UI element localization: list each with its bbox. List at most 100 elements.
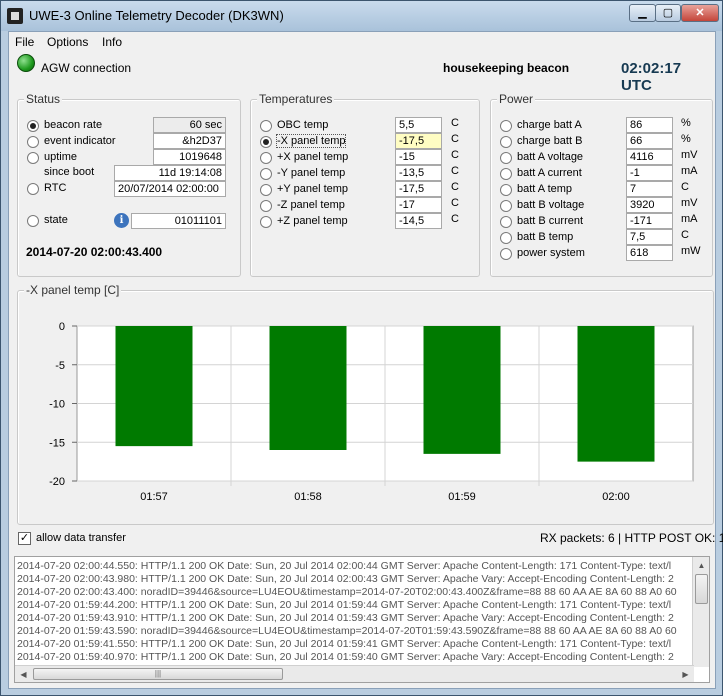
temp-value-field[interactable]: -17 [395,197,442,213]
power-unit: C [681,181,689,193]
window-title: UWE-3 Online Telemetry Decoder (DK3WN) [29,8,284,23]
power-radio[interactable] [500,248,512,260]
temp-radio[interactable] [260,136,272,148]
log-line: 2014-07-20 01:59:43.590: noradID=39446&s… [17,625,677,637]
since-boot-field[interactable]: 11d 19:14:08 [114,165,226,181]
power-radio[interactable] [500,216,512,228]
bar-01:57 [115,326,193,447]
power-label: batt B temp [517,231,574,243]
y-tick-label: -5 [55,360,65,372]
maximize-button[interactable]: ▢ [655,4,681,22]
power-value-field[interactable]: 7,5 [626,229,673,245]
log-line: 2014-07-20 02:00:43.400: noradID=39446&s… [17,586,677,598]
power-label: power system [517,247,585,259]
temp-radio[interactable] [260,120,272,132]
log-vertical-scrollbar[interactable]: ▲ [692,557,709,667]
menu-options[interactable]: Options [47,35,88,49]
temp-radio[interactable] [260,152,272,164]
log-line: 2014-07-20 01:59:43.910: HTTP/1.1 200 OK… [17,612,674,624]
temp-label: -Y panel temp [277,167,346,179]
temp-unit: C [451,117,459,129]
power-radio[interactable] [500,232,512,244]
temp-radio[interactable] [260,216,272,228]
temp-value-field[interactable]: -17,5 [395,133,442,149]
temp-label: +X panel temp [277,151,349,163]
power-value-field[interactable]: 4116 [626,149,673,165]
log-line: 2014-07-20 01:59:44.200: HTTP/1.1 200 OK… [17,599,672,611]
y-tick-label: -10 [49,399,65,411]
menu-file[interactable]: File [15,35,34,49]
rx-status: RX packets: 6 | HTTP POST OK: 12 [540,531,723,545]
state-field[interactable]: 01011101 [131,213,226,229]
temperatures-title: Temperatures [257,92,335,106]
log-horizontal-scrollbar[interactable]: ◀ ||| ▶ [15,665,694,682]
uptime-field[interactable]: 1019648 [153,149,226,165]
log-box[interactable]: 2014-07-20 02:00:44.550: HTTP/1.1 200 OK… [14,556,710,683]
temp-unit: C [451,165,459,177]
power-value-field[interactable]: 618 [626,245,673,261]
radio-uptime[interactable] [27,152,39,164]
power-label: batt A voltage [517,151,584,163]
scroll-up-icon[interactable]: ▲ [693,557,709,574]
status-group: Status beacon rate 60 sec event indicato… [17,92,241,277]
horizontal-scroll-thumb[interactable]: ||| [33,668,283,680]
radio-rtc[interactable] [27,183,39,195]
temp-value-field[interactable]: -14,5 [395,213,442,229]
power-label: batt B current [517,215,584,227]
allow-transfer-checkbox[interactable]: ✓ [18,532,31,545]
temp-label: -Z panel temp [277,199,345,211]
close-button[interactable]: ✕ [681,4,719,22]
radio-state[interactable] [27,215,39,227]
beacon-rate-field[interactable]: 60 sec [153,117,226,133]
rtc-field[interactable]: 20/07/2014 02:00:00 [114,181,226,197]
title-bar[interactable]: UWE-3 Online Telemetry Decoder (DK3WN) ▁… [1,1,722,31]
status-label: state [44,214,68,226]
temp-value-field[interactable]: -13,5 [395,165,442,181]
power-radio[interactable] [500,120,512,132]
power-radio[interactable] [500,200,512,212]
power-radio[interactable] [500,152,512,164]
menu-info[interactable]: Info [102,35,122,49]
temp-unit: C [451,181,459,193]
status-label: event indicator [44,135,116,147]
power-label: charge batt A [517,119,582,131]
event-indicator-field[interactable]: &h2D37 [153,133,226,149]
x-tick-label: 01:59 [448,491,476,503]
temp-radio[interactable] [260,200,272,212]
power-value-field[interactable]: -171 [626,213,673,229]
status-label: beacon rate [44,119,103,131]
log-line: 2014-07-20 01:59:41.550: HTTP/1.1 200 OK… [17,638,672,650]
radio-beacon-rate[interactable] [27,120,39,132]
temp-value-field[interactable]: -17,5 [395,181,442,197]
info-icon[interactable]: i [114,213,129,228]
log-line: 2014-07-20 02:00:43.980: HTTP/1.1 200 OK… [17,573,674,585]
temp-radio[interactable] [260,168,272,180]
power-label: charge batt B [517,135,583,147]
radio-event-indicator[interactable] [27,136,39,148]
x-tick-label: 01:57 [140,491,168,503]
power-radio[interactable] [500,136,512,148]
temp-value-field[interactable]: -15 [395,149,442,165]
temp-value-field[interactable]: 5,5 [395,117,442,133]
temperature-bar-chart: 01:57 01:58 01:59 02:00 0 -5 -10 -15 -20 [49,321,694,503]
power-radio[interactable] [500,184,512,196]
power-value-field[interactable]: 86 [626,117,673,133]
minimize-button[interactable]: ▁ [629,4,656,22]
bar-01:59 [423,326,501,454]
vertical-scroll-thumb[interactable] [695,574,708,604]
power-value-field[interactable]: -1 [626,165,673,181]
connection-led-icon [17,54,35,72]
power-radio[interactable] [500,168,512,180]
scroll-right-icon[interactable]: ▶ [677,666,694,682]
power-value-field[interactable]: 66 [626,133,673,149]
power-label: batt A temp [517,183,573,195]
temp-label: OBC temp [277,119,329,131]
power-value-field[interactable]: 7 [626,181,673,197]
menu-bar: File Options Info [9,32,715,52]
temp-unit: C [451,133,459,145]
status-title: Status [24,92,63,106]
temp-radio[interactable] [260,184,272,196]
scroll-left-icon[interactable]: ◀ [15,666,32,682]
power-value-field[interactable]: 3920 [626,197,673,213]
power-unit: mA [681,165,698,177]
